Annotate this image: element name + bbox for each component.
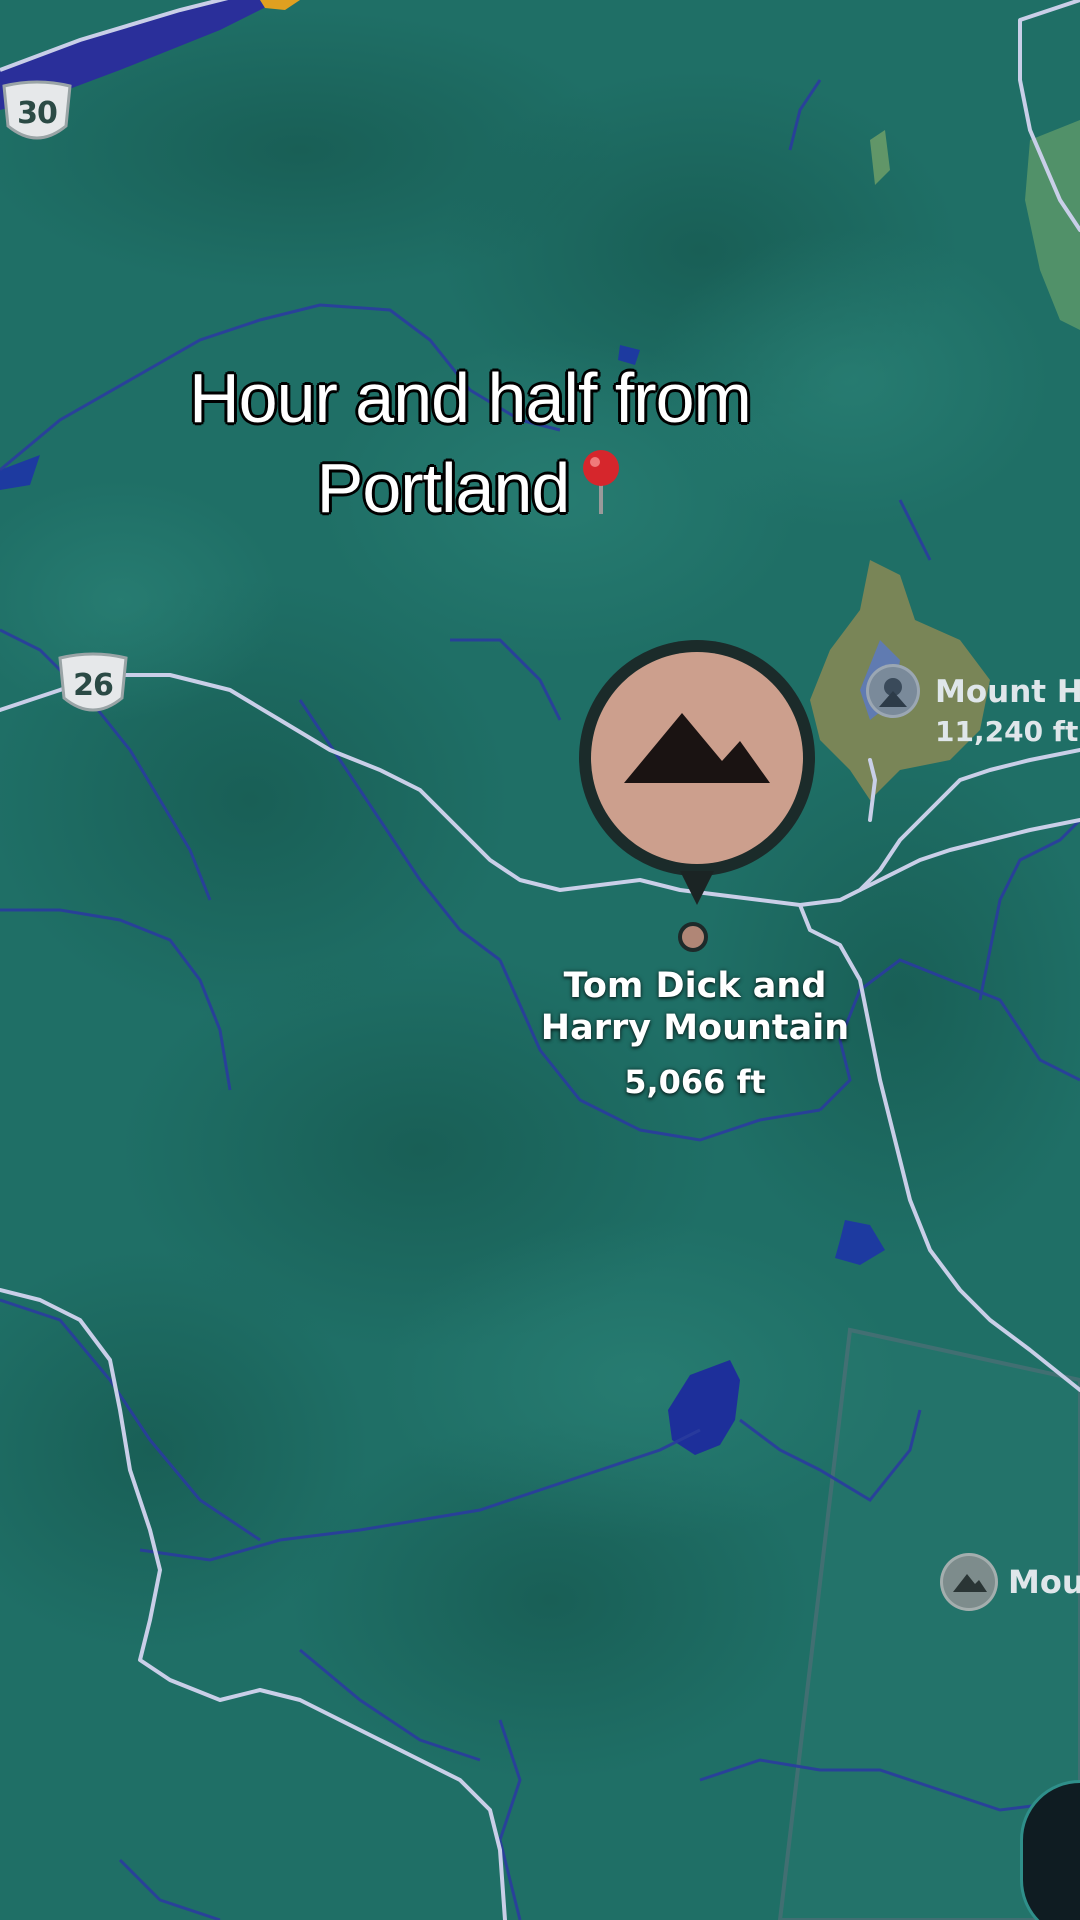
selected-place-marker[interactable] — [572, 633, 822, 913]
map-canvas — [0, 0, 1080, 1920]
caption-line-1: Hour and half from — [189, 359, 752, 437]
place-label-mount-hood[interactable]: Mount H 11,240 ft — [935, 672, 1080, 752]
highway-shield-30: 30 — [0, 80, 74, 146]
selected-place-elevation: 5,066 ft — [624, 1063, 766, 1101]
selected-place-name[interactable]: Tom Dick and Harry Mountain — [515, 965, 875, 1049]
round-pushpin-icon — [579, 448, 623, 518]
mountain-icon[interactable] — [940, 1553, 998, 1611]
highway-number: 30 — [17, 95, 58, 131]
highway-shield-26: 26 — [56, 652, 130, 718]
place-dot[interactable] — [678, 922, 708, 952]
place-name: Mount H — [935, 674, 1080, 710]
volcano-icon[interactable] — [866, 664, 920, 718]
map-view[interactable]: 30 26 Mount H 11,240 ft Mou Tom Dick and… — [0, 0, 1080, 1920]
highway-number: 26 — [73, 667, 114, 703]
place-name-line1: Tom Dick and — [563, 966, 827, 1006]
place-elevation: 11,240 ft — [935, 715, 1079, 748]
caption-text: Portland — [316, 449, 571, 527]
place-label-mou[interactable]: Mou — [1008, 1563, 1080, 1601]
place-name-line2: Harry Mountain — [540, 1008, 850, 1048]
caption-line-2: Portland — [0, 448, 940, 528]
